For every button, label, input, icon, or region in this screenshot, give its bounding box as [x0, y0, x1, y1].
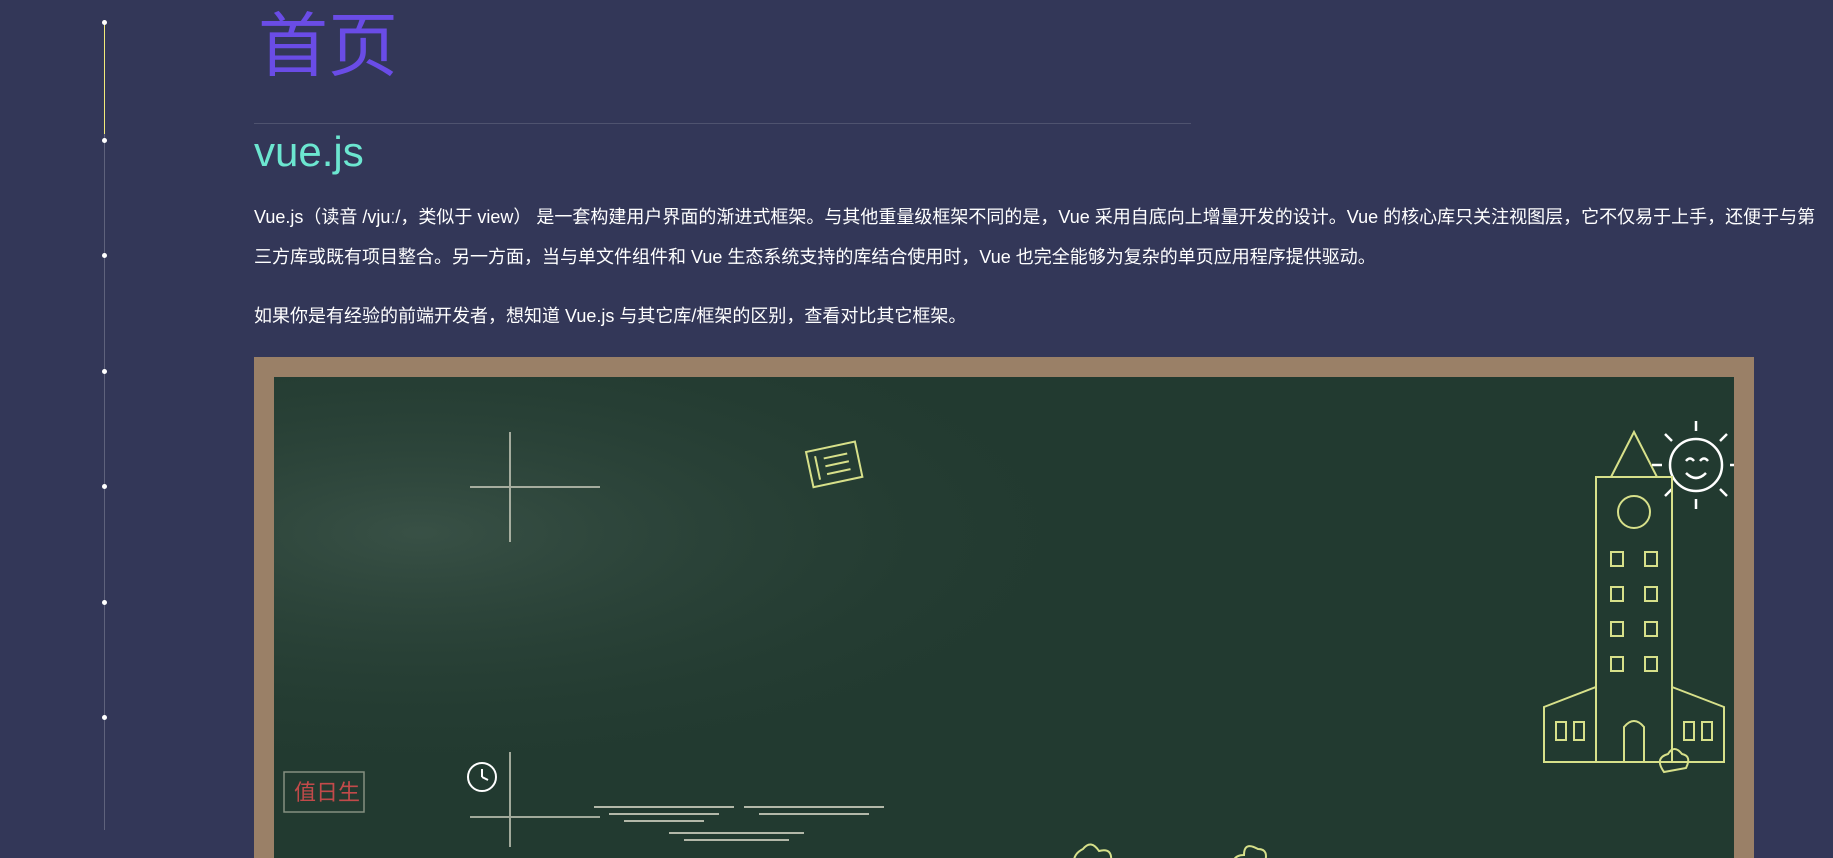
timeline-rail — [104, 22, 105, 830]
timeline-dot[interactable] — [102, 253, 107, 258]
page-title: 首页 — [258, 5, 398, 87]
timeline-dot[interactable] — [102, 20, 107, 25]
timeline-dot[interactable] — [102, 369, 107, 374]
timeline-dot[interactable] — [102, 138, 107, 143]
timeline-active-segment — [104, 22, 105, 134]
intro-paragraph: Vue.js（读音 /vjuː/，类似于 view） 是一套构建用户界面的渐进式… — [254, 207, 1816, 267]
duty-sign-label: 值日生 — [294, 781, 360, 806]
section-title: vue.js — [254, 128, 364, 175]
timeline-dot[interactable] — [102, 600, 107, 605]
page: 首页 vue.js Vue.js（读音 /vjuː/，类似于 view） 是一套… — [0, 0, 1833, 858]
title-divider — [254, 123, 1191, 124]
timeline-dot[interactable] — [102, 484, 107, 489]
timeline-dot[interactable] — [102, 715, 107, 720]
chalkboard-image: 值日生 — [254, 357, 1754, 858]
comparison-paragraph: 如果你是有经验的前端开发者，想知道 Vue.js 与其它库/框架的区别，查看对比… — [254, 306, 967, 326]
chalkboard-drawing: 值日生 — [274, 377, 1734, 858]
